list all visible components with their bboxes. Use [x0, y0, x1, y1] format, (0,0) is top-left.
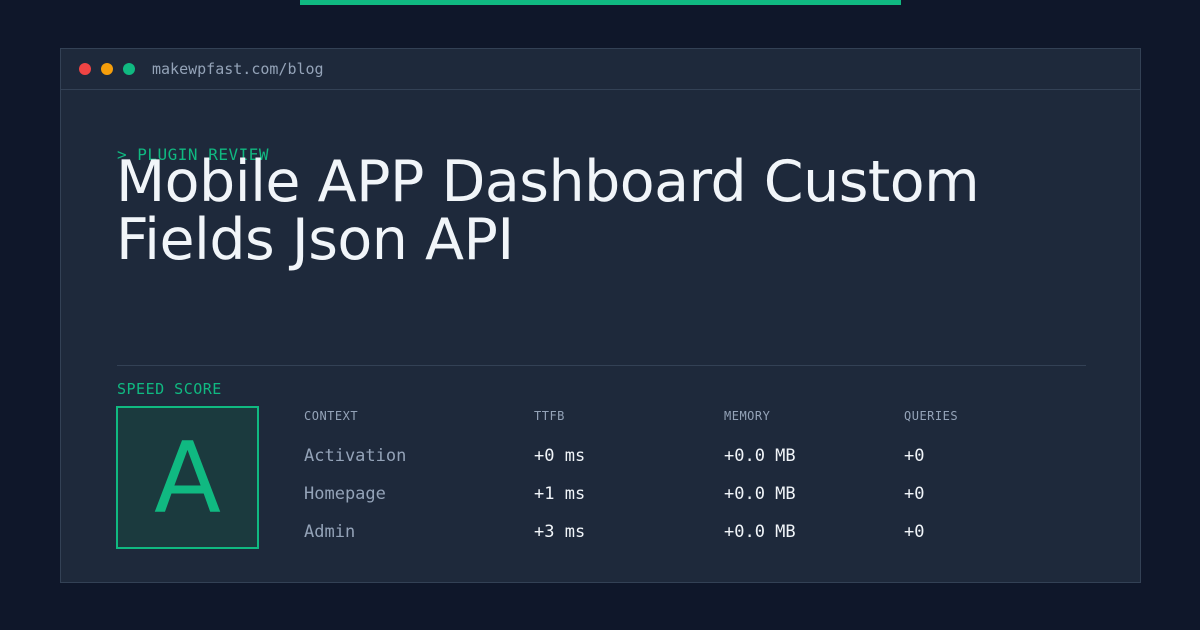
maximize-dot-icon: [123, 63, 135, 75]
header-memory: MEMORY: [724, 409, 771, 423]
speed-grade-badge: A: [116, 406, 259, 549]
header-queries: QUERIES: [904, 409, 959, 423]
row-queries: +0: [904, 484, 925, 504]
section-divider: [117, 365, 1086, 366]
header-ttfb: TTFB: [534, 409, 565, 423]
header-context: CONTEXT: [304, 409, 359, 423]
minimize-dot-icon: [101, 63, 113, 75]
row-context: Activation: [304, 446, 407, 466]
speed-grade-letter: A: [153, 422, 222, 536]
row-ttfb: +1 ms: [534, 484, 586, 504]
row-context: Homepage: [304, 484, 386, 504]
window-titlebar: makewpfast.com/blog: [61, 49, 1140, 90]
top-accent-bar: [300, 0, 901, 5]
row-memory: +0.0 MB: [724, 484, 796, 504]
row-queries: +0: [904, 522, 925, 542]
url-text: makewpfast.com/blog: [152, 60, 324, 78]
browser-window: makewpfast.com/blog > PLUGIN REVIEW Mobi…: [60, 48, 1141, 583]
speed-score-label: SPEED SCORE: [117, 380, 222, 398]
row-ttfb: +0 ms: [534, 446, 586, 466]
close-dot-icon: [79, 63, 91, 75]
page-title: Mobile APP Dashboard Custom Fields Json …: [116, 149, 980, 273]
row-memory: +0.0 MB: [724, 522, 796, 542]
row-memory: +0.0 MB: [724, 446, 796, 466]
row-queries: +0: [904, 446, 925, 466]
row-ttfb: +3 ms: [534, 522, 586, 542]
row-context: Admin: [304, 522, 356, 542]
